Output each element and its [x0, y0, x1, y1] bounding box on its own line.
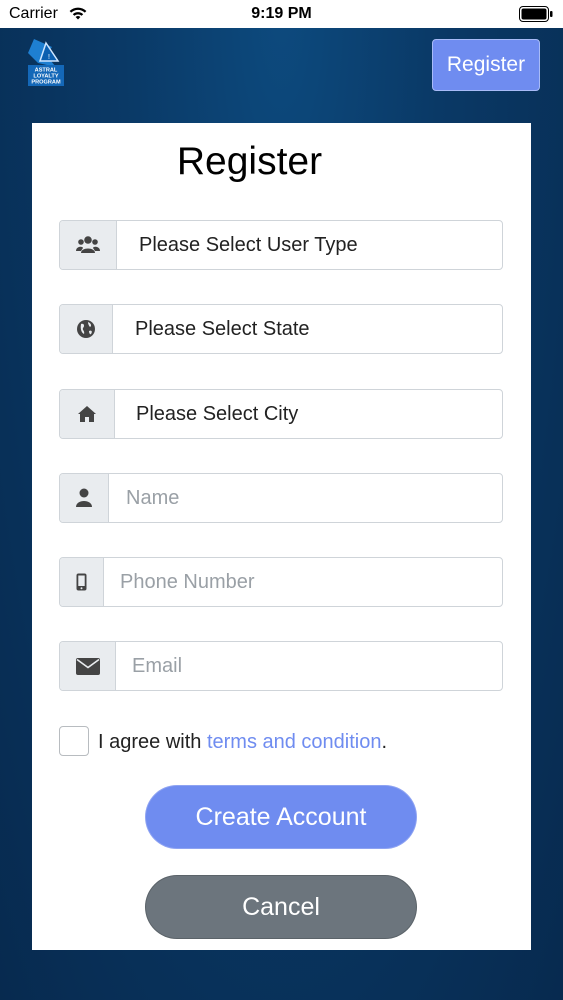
- mobile-icon: [60, 558, 104, 606]
- state-select[interactable]: Please Select State: [59, 304, 503, 354]
- email-input[interactable]: [132, 642, 498, 690]
- battery-icon: [519, 6, 553, 27]
- city-value: Please Select City: [136, 403, 299, 425]
- app-logo: ! ASTRAL LOYALTY PROGRAM: [22, 37, 68, 87]
- create-account-button[interactable]: Create Account: [146, 786, 416, 848]
- terms-suffix: .: [381, 731, 388, 753]
- users-icon: [60, 221, 117, 269]
- clock: 9:19 PM: [251, 5, 312, 22]
- page-title: Register: [176, 140, 323, 183]
- status-bar: Carrier 9:19 PM: [0, 0, 563, 28]
- email-field[interactable]: [59, 641, 503, 691]
- svg-text:!: !: [48, 54, 50, 61]
- envelope-icon: [60, 642, 116, 690]
- user-type-value: Please Select User Type: [139, 234, 358, 256]
- user-type-select[interactable]: Please Select User Type: [59, 220, 503, 270]
- name-input[interactable]: [126, 474, 496, 522]
- user-icon: [60, 474, 109, 522]
- state-value: Please Select State: [135, 318, 310, 340]
- terms-link[interactable]: terms and condition: [207, 731, 382, 753]
- terms-checkbox[interactable]: [59, 726, 89, 756]
- terms-label: I agree with terms and condition.: [98, 731, 387, 754]
- cancel-button[interactable]: Cancel: [146, 876, 416, 938]
- phone-input[interactable]: [120, 558, 498, 606]
- name-field[interactable]: [59, 473, 503, 523]
- globe-icon: [60, 305, 113, 353]
- register-nav-button[interactable]: Register: [432, 39, 540, 91]
- terms-prefix: I agree with: [98, 731, 207, 753]
- home-icon: [60, 390, 115, 438]
- phone-field[interactable]: [59, 557, 503, 607]
- logo-text-3: PROGRAM: [31, 80, 61, 86]
- city-select[interactable]: Please Select City: [59, 389, 503, 439]
